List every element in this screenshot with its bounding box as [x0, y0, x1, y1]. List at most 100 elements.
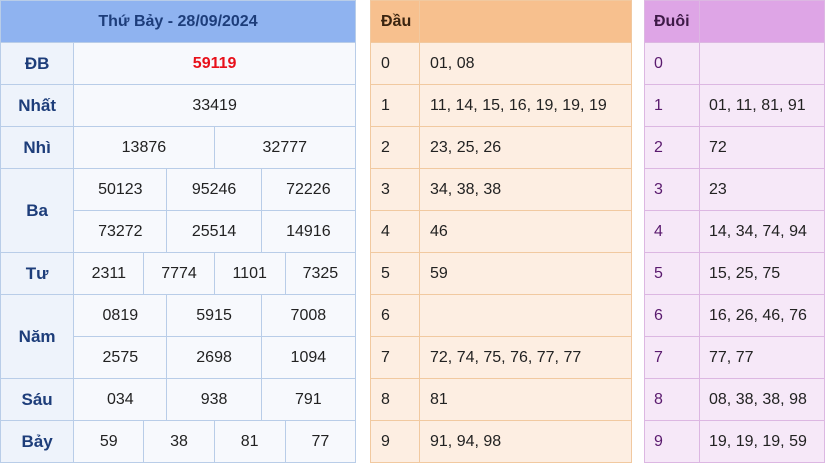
head-values: 01, 08 — [419, 42, 632, 85]
prize-number: 2575 — [73, 336, 168, 379]
tail-column-values-header — [699, 0, 825, 43]
head-column-values-header — [419, 0, 632, 43]
prize-label: Bảy — [0, 420, 75, 463]
tail-values: 01, 11, 81, 91 — [699, 84, 825, 127]
prize-number: 0819 — [73, 294, 168, 337]
prize-row-db: ĐB 59119 — [0, 42, 356, 85]
tail-digit: 2 — [644, 126, 700, 169]
head-digit: 2 — [370, 126, 420, 169]
prize-number: 7325 — [284, 252, 357, 295]
head-digit: 1 — [370, 84, 420, 127]
prize-label: Tư — [0, 252, 75, 295]
prize-number: 2698 — [166, 336, 262, 379]
prize-number: 38 — [143, 420, 215, 463]
tail-row: 5 15, 25, 75 — [644, 252, 825, 295]
head-values: 59 — [419, 252, 632, 295]
head-digit-table: Đầu 0 01, 08 1 11, 14, 15, 16, 19, 19, 19 … — [370, 0, 632, 463]
tail-values — [699, 42, 825, 85]
tail-row: 1 01, 11, 81, 91 — [644, 84, 825, 127]
prize-number: 7774 — [143, 252, 215, 295]
tail-row: 4 14, 34, 74, 94 — [644, 210, 825, 253]
prize-number: 2311 — [73, 252, 145, 295]
tail-values: 23 — [699, 168, 825, 211]
results-date-title: Thứ Bảy - 28/09/2024 — [0, 0, 356, 43]
head-digit: 3 — [370, 168, 420, 211]
prize-label: Nhất — [0, 84, 75, 127]
special-prize-number: 59119 — [73, 42, 356, 85]
prize-number: 791 — [260, 378, 357, 421]
head-row: 5 59 — [370, 252, 632, 295]
head-values — [419, 294, 632, 337]
prize-row-nhat: Nhất 33419 — [0, 84, 356, 127]
tail-digit: 0 — [644, 42, 700, 85]
head-digit: 5 — [370, 252, 420, 295]
tail-row: 6 16, 26, 46, 76 — [644, 294, 825, 337]
head-values: 34, 38, 38 — [419, 168, 632, 211]
prize-number: 13876 — [73, 126, 215, 169]
head-digit: 0 — [370, 42, 420, 85]
head-digit: 4 — [370, 210, 420, 253]
tail-row: 8 08, 38, 38, 98 — [644, 378, 825, 421]
prize-number: 1094 — [260, 336, 357, 379]
tail-digit: 8 — [644, 378, 700, 421]
prize-row-nam: Năm 0819 5915 7008 — [0, 294, 357, 379]
prize-number: 034 — [73, 378, 168, 421]
prize-number: 32777 — [213, 126, 357, 169]
prize-label: ĐB — [0, 42, 75, 85]
tail-row: 0 — [644, 42, 825, 85]
head-values: 11, 14, 15, 16, 19, 19, 19 — [419, 84, 632, 127]
tail-values: 77, 77 — [699, 336, 825, 379]
head-row: 7 72, 74, 75, 76, 77, 77 — [370, 336, 632, 379]
prize-row-nhi: Nhì 13876 32777 — [0, 126, 357, 169]
tail-values: 14, 34, 74, 94 — [699, 210, 825, 253]
prize-number: 50123 — [73, 168, 168, 211]
prize-label: Sáu — [0, 378, 75, 421]
head-digit: 7 — [370, 336, 420, 379]
prize-number: 25514 — [166, 210, 262, 253]
prize-number: 7008 — [260, 294, 357, 337]
tail-digit: 7 — [644, 336, 700, 379]
tail-digit: 5 — [644, 252, 700, 295]
tail-digit-table: Đuôi 0 1 01, 11, 81, 91 2 72 3 23 4 14, 34, … — [644, 0, 825, 463]
tail-values: 08, 38, 38, 98 — [699, 378, 825, 421]
head-digit: 8 — [370, 378, 420, 421]
head-digit: 9 — [370, 420, 420, 463]
prize-number: 5915 — [166, 294, 262, 337]
prize-number: 81 — [213, 420, 286, 463]
head-row: 2 23, 25, 26 — [370, 126, 632, 169]
tail-digit: 1 — [644, 84, 700, 127]
prize-number: 73272 — [73, 210, 168, 253]
head-values: 91, 94, 98 — [419, 420, 632, 463]
tail-digit: 6 — [644, 294, 700, 337]
tail-digit: 3 — [644, 168, 700, 211]
prize-row-bay: Bảy 59 38 81 77 — [0, 420, 357, 463]
prize-label: Năm — [0, 294, 75, 379]
lottery-results-table: Thứ Bảy - 28/09/2024 ĐB 59119 Nhất 33419… — [0, 0, 357, 463]
tail-values: 72 — [699, 126, 825, 169]
tail-values: 15, 25, 75 — [699, 252, 825, 295]
prize-label: Nhì — [0, 126, 75, 169]
tail-values: 19, 19, 19, 59 — [699, 420, 825, 463]
head-values: 81 — [419, 378, 632, 421]
tail-digit: 9 — [644, 420, 700, 463]
head-row: 1 11, 14, 15, 16, 19, 19, 19 — [370, 84, 632, 127]
tail-digit: 4 — [644, 210, 700, 253]
head-row: 6 — [370, 294, 632, 337]
prize-number: 14916 — [260, 210, 357, 253]
prize-row-ba: Ba 50123 95246 72226 — [0, 168, 357, 253]
tail-row: 7 77, 77 — [644, 336, 825, 379]
tail-values: 16, 26, 46, 76 — [699, 294, 825, 337]
head-row: 3 34, 38, 38 — [370, 168, 632, 211]
head-values: 23, 25, 26 — [419, 126, 632, 169]
tail-row: 3 23 — [644, 168, 825, 211]
tail-column-title: Đuôi — [644, 0, 700, 43]
tail-row: 9 19, 19, 19, 59 — [644, 420, 825, 463]
head-column-title: Đầu — [370, 0, 420, 43]
head-row: 8 81 — [370, 378, 632, 421]
tail-row: 2 72 — [644, 126, 825, 169]
head-values: 72, 74, 75, 76, 77, 77 — [419, 336, 632, 379]
head-row: 9 91, 94, 98 — [370, 420, 632, 463]
head-values: 46 — [419, 210, 632, 253]
prize-label: Ba — [0, 168, 75, 253]
head-digit: 6 — [370, 294, 420, 337]
